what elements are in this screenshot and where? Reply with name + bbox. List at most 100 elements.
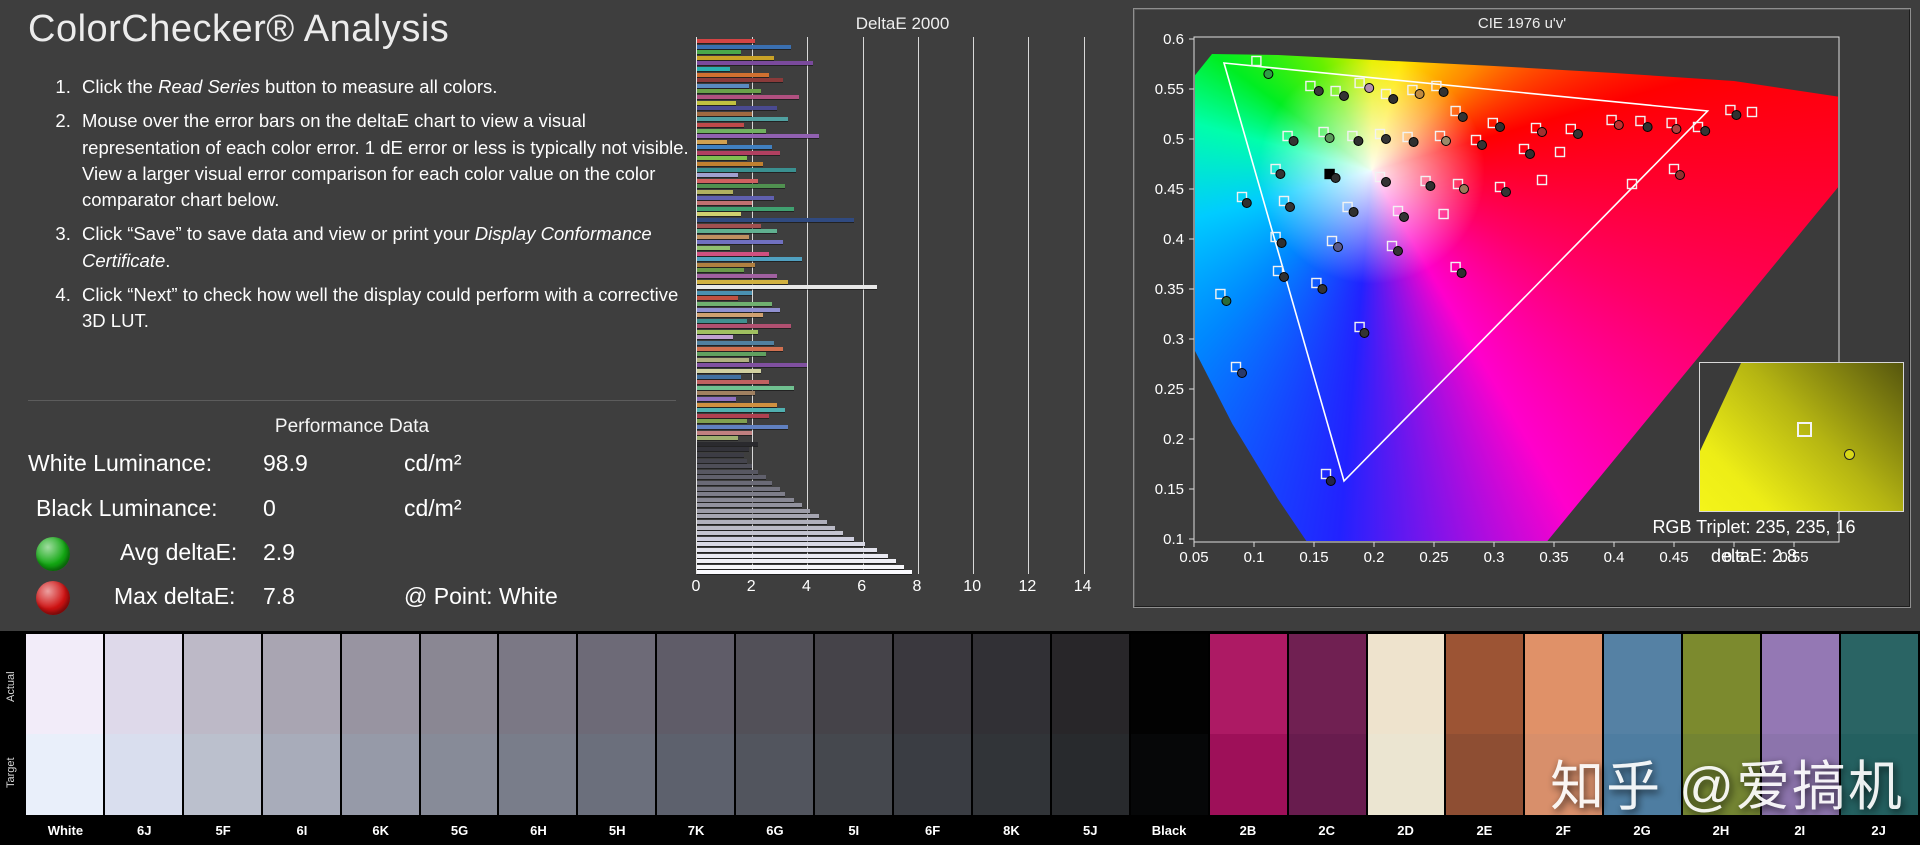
deltae-error-bar[interactable] — [697, 469, 758, 474]
deltae-error-bar[interactable] — [697, 39, 755, 43]
deltae-error-bar[interactable] — [697, 44, 791, 49]
deltae-error-bar[interactable] — [697, 128, 767, 133]
deltae-error-bar[interactable] — [697, 257, 802, 262]
swatch-column-5h[interactable] — [578, 634, 656, 815]
deltae-error-bar[interactable] — [697, 162, 764, 167]
swatch-column-8k[interactable] — [972, 634, 1050, 815]
deltae-error-bar[interactable] — [697, 301, 772, 306]
deltae-error-bar[interactable] — [697, 441, 758, 446]
swatch-column-5j[interactable] — [1051, 634, 1129, 815]
deltae-error-bar[interactable] — [697, 480, 772, 485]
deltae-error-bar[interactable] — [697, 419, 747, 424]
deltae-error-bar[interactable] — [697, 184, 786, 189]
deltae-error-bar[interactable] — [697, 223, 761, 228]
swatch-column-white[interactable] — [26, 634, 103, 815]
deltae-error-bar[interactable] — [697, 50, 742, 55]
deltae-error-bar[interactable] — [697, 285, 877, 290]
deltae-error-bar[interactable] — [697, 570, 913, 575]
deltae-error-bar[interactable] — [697, 173, 739, 178]
deltae-error-bar[interactable] — [697, 106, 778, 111]
deltae-error-bar[interactable] — [697, 234, 750, 239]
swatch-column-6i[interactable] — [262, 634, 340, 815]
deltae-error-bar[interactable] — [697, 352, 767, 357]
deltae-error-bar[interactable] — [697, 296, 739, 301]
deltae-error-bar[interactable] — [697, 251, 769, 256]
deltae-error-bar[interactable] — [697, 385, 794, 390]
deltae-error-bar[interactable] — [697, 536, 855, 541]
deltae-error-bar[interactable] — [697, 218, 855, 222]
swatch-column-6k[interactable] — [341, 634, 419, 815]
deltae-error-bar[interactable] — [697, 145, 772, 150]
deltae-error-bar[interactable] — [697, 212, 742, 217]
deltae-error-bar[interactable] — [697, 122, 744, 127]
deltae-error-bar[interactable] — [697, 94, 800, 99]
deltae-error-bar[interactable] — [697, 201, 753, 206]
deltae-error-bar[interactable] — [697, 190, 733, 195]
deltae-error-bar[interactable] — [697, 564, 905, 569]
swatch-column-5g[interactable] — [420, 634, 498, 815]
swatch-column-5f[interactable] — [183, 634, 261, 815]
swatch-column-7k[interactable] — [657, 634, 735, 815]
deltae-error-bar[interactable] — [697, 279, 789, 284]
deltae-error-bar[interactable] — [697, 357, 750, 362]
deltae-error-bar[interactable] — [697, 273, 778, 278]
deltae-error-bar[interactable] — [697, 424, 789, 429]
deltae-error-bar[interactable] — [697, 458, 747, 463]
deltae-error-bar[interactable] — [697, 492, 786, 497]
deltae-error-bar[interactable] — [697, 318, 747, 323]
deltae-error-bar[interactable] — [697, 83, 750, 88]
swatch-column-5i[interactable] — [815, 634, 893, 815]
deltae-error-bar[interactable] — [697, 240, 783, 245]
swatch-column-6g[interactable] — [736, 634, 814, 815]
deltae-error-bar[interactable] — [697, 346, 783, 351]
swatch-column-6f[interactable] — [894, 634, 971, 815]
deltae-error-bar[interactable] — [697, 497, 794, 502]
deltae-error-bar[interactable] — [697, 486, 780, 491]
deltae-error-bar[interactable] — [697, 520, 827, 525]
deltae-error-bar[interactable] — [697, 335, 733, 340]
deltae-error-bar[interactable] — [697, 447, 750, 452]
deltae-error-bar[interactable] — [697, 408, 786, 413]
deltae-error-bar[interactable] — [697, 61, 813, 66]
swatch-column-2d[interactable] — [1367, 634, 1445, 815]
deltae-error-bar[interactable] — [697, 464, 753, 469]
deltae-error-bar[interactable] — [697, 559, 896, 564]
deltae-error-bar[interactable] — [697, 531, 844, 536]
deltae-error-bar[interactable] — [697, 307, 780, 312]
deltae-error-bar[interactable] — [697, 503, 802, 508]
deltae-error-bar[interactable] — [697, 167, 797, 172]
swatch-column-2c[interactable] — [1288, 634, 1366, 815]
deltae-error-bar[interactable] — [697, 66, 731, 71]
deltae-error-bar[interactable] — [697, 542, 866, 547]
deltae-error-bar[interactable] — [697, 508, 811, 513]
deltae-error-bar[interactable] — [697, 206, 794, 211]
deltae-error-bar[interactable] — [697, 78, 783, 83]
deltae-error-bar[interactable] — [697, 229, 778, 234]
deltae-error-bar[interactable] — [697, 514, 819, 519]
deltae-error-bar[interactable] — [697, 548, 877, 553]
deltae-error-bar[interactable] — [697, 324, 791, 329]
deltae-error-bar[interactable] — [697, 268, 744, 273]
deltae-error-bar[interactable] — [697, 341, 775, 346]
deltae-error-bar[interactable] — [697, 402, 778, 407]
deltae-error-bar[interactable] — [697, 156, 747, 161]
deltae-error-bar[interactable] — [697, 111, 753, 116]
swatch-column-6j[interactable] — [104, 634, 182, 815]
deltae-error-bar[interactable] — [697, 89, 761, 94]
swatch-column-2b[interactable] — [1209, 634, 1287, 815]
deltae-error-bar[interactable] — [697, 374, 742, 379]
deltae-error-bar[interactable] — [697, 290, 753, 295]
deltae-error-bar[interactable] — [697, 245, 731, 250]
deltae-error-bar[interactable] — [697, 391, 755, 396]
deltae-error-bar[interactable] — [697, 525, 836, 530]
deltae-error-bar[interactable] — [697, 72, 769, 77]
deltae-error-bar[interactable] — [697, 363, 808, 368]
deltae-error-bar[interactable] — [697, 475, 767, 480]
deltae-error-bar[interactable] — [697, 313, 764, 318]
deltae-error-bar[interactable] — [697, 452, 744, 457]
deltae-error-bar[interactable] — [697, 329, 758, 334]
deltae-error-bar[interactable] — [697, 369, 761, 374]
deltae-error-bar[interactable] — [697, 178, 758, 183]
swatch-column-6h[interactable] — [499, 634, 577, 815]
deltae-error-bar[interactable] — [697, 134, 819, 139]
